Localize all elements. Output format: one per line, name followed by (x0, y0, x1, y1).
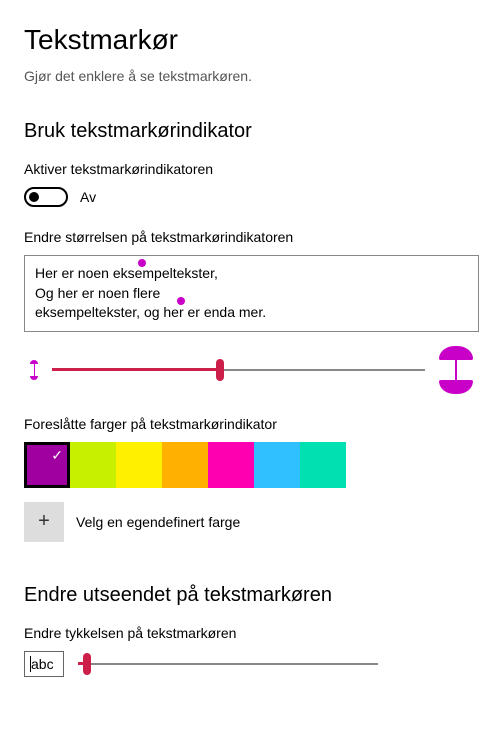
abc-sample-box: abc (24, 651, 64, 677)
slider-fill (52, 368, 220, 371)
caret-indicator-icon (138, 259, 146, 267)
custom-color-label: Velg en egendefinert farge (76, 514, 240, 530)
color-swatch-yellow[interactable] (116, 442, 162, 488)
color-swatch-skyblue[interactable] (254, 442, 300, 488)
indicator-size-slider[interactable] (52, 360, 425, 380)
caret-icon (30, 656, 31, 672)
enable-indicator-label: Aktiver tekstmarkørindikatoren (24, 161, 479, 177)
example-line: eksempeltekster, og her er enda mer. (35, 303, 468, 323)
check-icon: ✓ (51, 447, 63, 464)
color-swatch-lime[interactable] (70, 442, 116, 488)
thickness-label: Endre tykkelsen på tekstmarkøren (24, 625, 479, 641)
color-swatch-magenta[interactable] (208, 442, 254, 488)
page-title: Tekstmarkør (24, 24, 479, 56)
indicator-heading: Bruk tekstmarkørindikator (24, 120, 479, 143)
toggle-knob (29, 192, 39, 202)
example-text-box: Her er noen eksempeltekster, Og her er n… (24, 255, 479, 332)
page-subtitle: Gjør det enklere å se tekstmarkøren. (24, 68, 479, 84)
example-line: Og her er noen flere (35, 284, 468, 304)
abc-sample-text: abc (31, 656, 54, 672)
color-swatch-aqua[interactable] (300, 442, 346, 488)
thickness-slider[interactable] (78, 654, 378, 674)
plus-icon: + (38, 510, 50, 533)
toggle-state-label: Av (80, 189, 96, 205)
caret-indicator-icon (177, 297, 185, 305)
indicator-large-icon (439, 346, 473, 394)
color-swatch-purple[interactable]: ✓ (24, 442, 70, 488)
slider-thumb[interactable] (83, 653, 91, 675)
appearance-heading: Endre utseendet på tekstmarkøren (24, 584, 479, 607)
size-label: Endre størrelsen på tekstmarkørindikator… (24, 229, 479, 245)
slider-thumb[interactable] (216, 359, 224, 381)
indicator-small-icon (30, 360, 38, 380)
enable-indicator-toggle[interactable] (24, 187, 68, 207)
colors-label: Foreslåtte farger på tekstmarkørindikato… (24, 416, 479, 432)
custom-color-button[interactable]: + (24, 502, 64, 542)
color-swatch-orange[interactable] (162, 442, 208, 488)
color-swatch-row: ✓ (24, 442, 479, 488)
example-line: Her er noen eksempeltekster, (35, 264, 468, 284)
